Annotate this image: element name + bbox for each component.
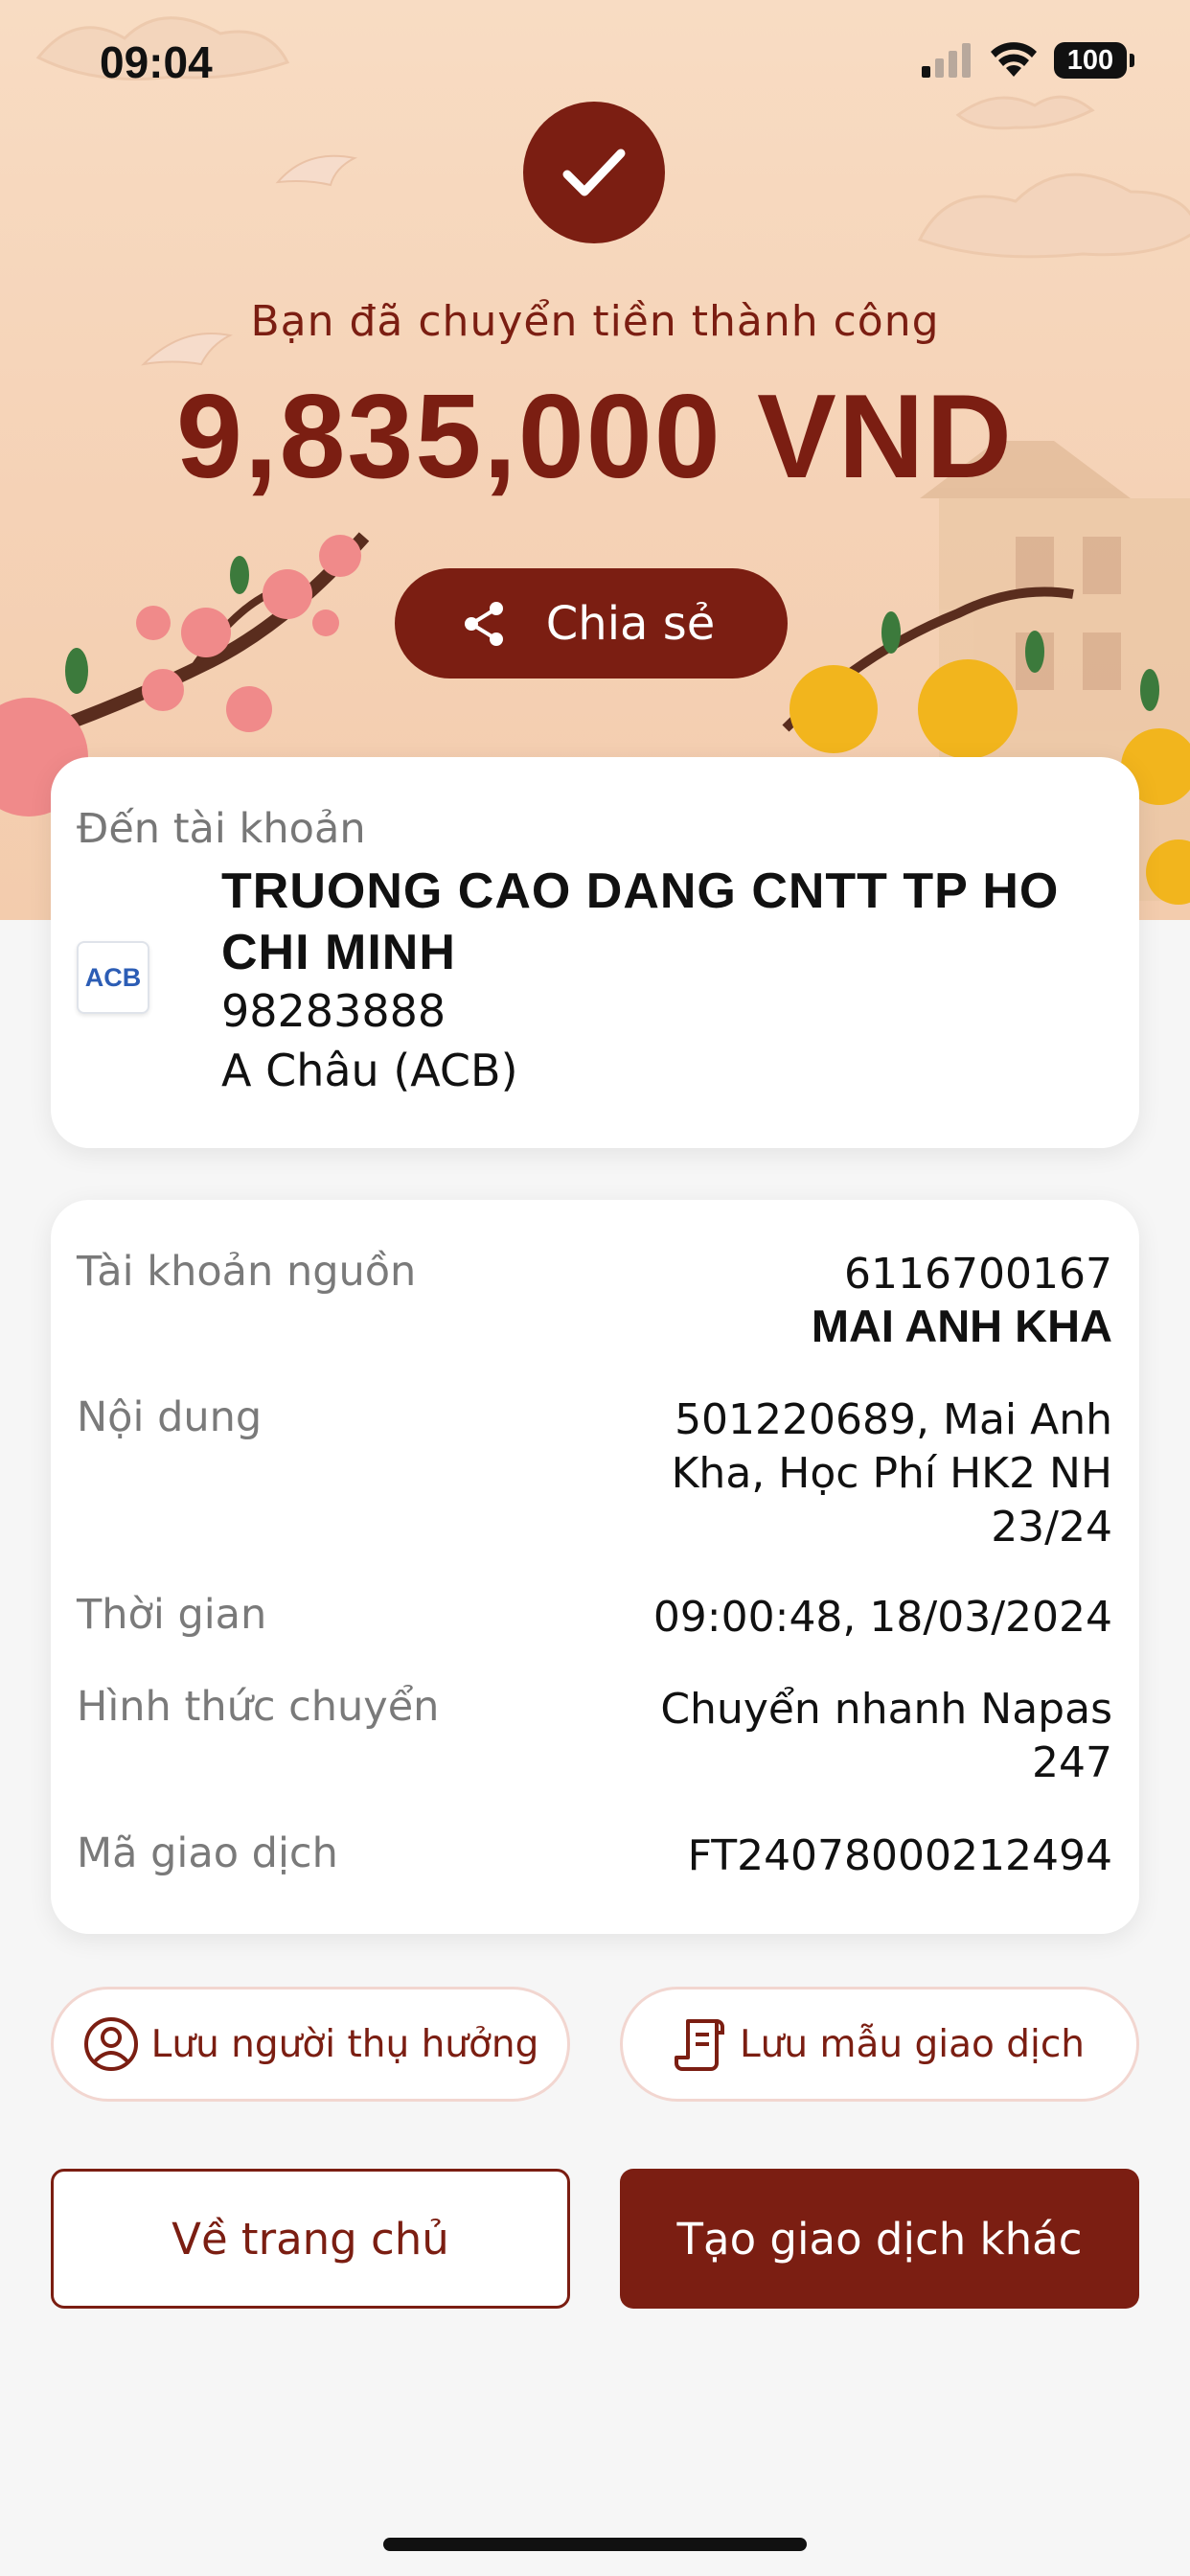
time-label: Thời gian xyxy=(77,1591,267,1639)
destination-label: Đến tài khoản xyxy=(77,805,366,853)
recipient-account-number: 98283888 xyxy=(221,985,446,1037)
transfer-amount: 9,835,000 VND xyxy=(176,371,1014,503)
method-label: Hình thức chuyển xyxy=(77,1683,440,1731)
destination-card: Đến tài khoản ACB TRUONG CAO DANG CNTT T… xyxy=(51,757,1139,1148)
share-label: Chia sẻ xyxy=(545,596,716,651)
recipient-bank-name: A Châu (ACB) xyxy=(221,1045,518,1096)
user-circle-icon xyxy=(83,2017,138,2071)
recipient-name: TRUONG CAO DANG CNTT TP HO CHI MINH xyxy=(221,863,1060,980)
battery-icon: 100 xyxy=(1054,42,1134,79)
source-account-number: 6116700167 xyxy=(844,1250,1112,1299)
save-template-button[interactable]: Lưu mẫu giao dịch xyxy=(620,1987,1139,2102)
transaction-id-value: FT24078000212494 xyxy=(687,1831,1112,1880)
bank-logo: ACB xyxy=(77,941,149,1014)
success-title: Bạn đã chuyển tiền thành công xyxy=(250,297,940,346)
new-transaction-button[interactable]: Tạo giao dịch khác xyxy=(620,2169,1139,2309)
source-account-name: MAI ANH KHA xyxy=(811,1300,1112,1351)
content-label: Nội dung xyxy=(77,1393,263,1441)
status-time: 09:04 xyxy=(100,37,213,87)
time-value: 09:00:48, 18/03/2024 xyxy=(652,1593,1112,1642)
checkmark-icon xyxy=(523,102,665,243)
transaction-id-label: Mã giao dịch xyxy=(77,1829,338,1877)
document-icon xyxy=(674,2019,724,2071)
transaction-details-card: Tài khoản nguồn 6116700167 MAI ANH KHA N… xyxy=(51,1200,1139,1934)
home-button[interactable]: Về trang chủ xyxy=(51,2169,570,2309)
content-line-2: Kha, Học Phí HK2 NH xyxy=(671,1449,1112,1498)
method-line-2: 247 xyxy=(1032,1738,1112,1787)
wifi-icon xyxy=(991,42,1037,77)
signal-icon xyxy=(922,43,971,78)
home-indicator xyxy=(383,2538,807,2551)
share-icon xyxy=(464,601,503,646)
status-icons: 100 xyxy=(922,42,1134,79)
save-template-label: Lưu mẫu giao dịch xyxy=(739,2022,1086,2066)
content-line-3: 23/24 xyxy=(991,1503,1112,1552)
transfer-success-screen: 09:04 100 Bạn đã chuyển tiền thành công … xyxy=(0,0,1190,2576)
method-line-1: Chuyển nhanh Napas xyxy=(660,1685,1112,1734)
share-button[interactable]: Chia sẻ xyxy=(395,568,788,678)
source-account-label: Tài khoản nguồn xyxy=(77,1248,417,1296)
save-beneficiary-label: Lưu người thụ hưởng xyxy=(150,2022,539,2066)
save-beneficiary-button[interactable]: Lưu người thụ hưởng xyxy=(51,1987,570,2102)
content-line-1: 501220689, Mai Anh xyxy=(675,1395,1112,1444)
